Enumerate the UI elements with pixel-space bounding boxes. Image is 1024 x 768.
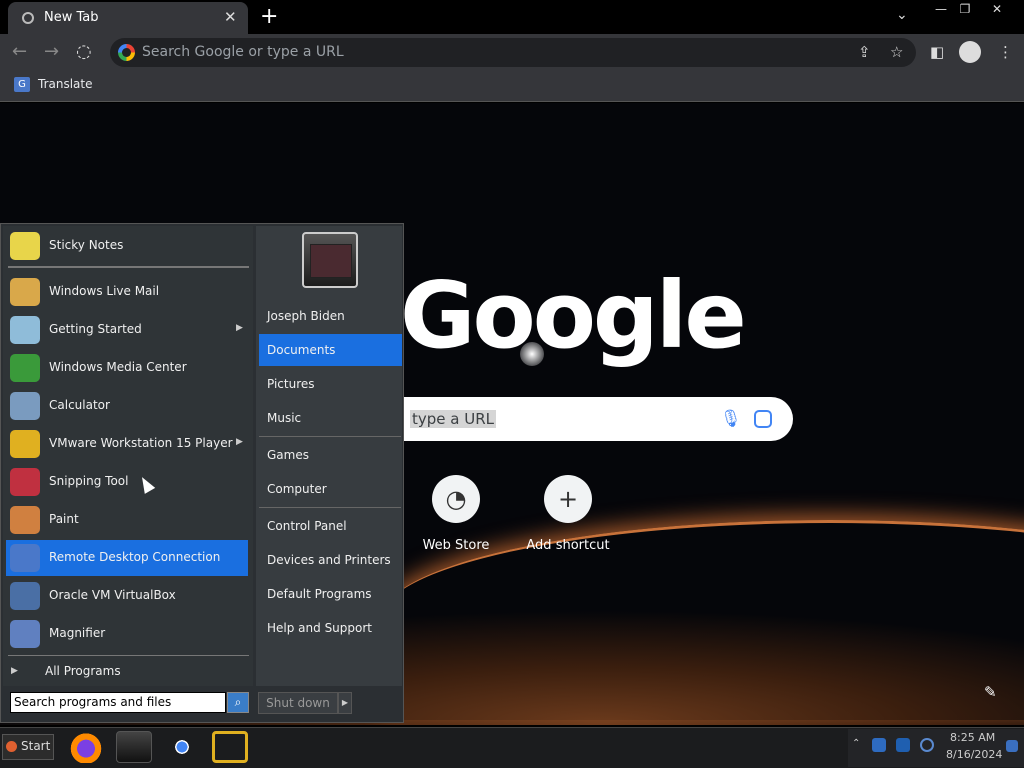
place-documents[interactable]: Documents [259, 334, 402, 366]
window-close-button[interactable]: ✕ [982, 0, 1012, 18]
menu-dots-icon[interactable]: ⋮ [998, 43, 1013, 61]
new-tab-button[interactable]: + [260, 4, 278, 29]
google-logo: Google [400, 262, 747, 369]
place-music[interactable]: Music [259, 402, 402, 434]
taskbar-firefox-icon[interactable] [68, 731, 104, 763]
start-label[interactable]: Start [21, 739, 50, 753]
search-magnifier-icon[interactable]: ⌕ [227, 692, 249, 713]
start-item-snipping-tool[interactable]: Snipping Tool [6, 464, 248, 500]
place-default-programs[interactable]: Default Programs [259, 578, 402, 610]
place-computer[interactable]: Computer [259, 473, 402, 505]
tab-favicon-icon [22, 12, 34, 24]
microphone-icon[interactable]: 🎙 [720, 409, 742, 429]
start-item-magnifier[interactable]: Magnifier [6, 616, 248, 652]
mail-icon [10, 278, 40, 306]
tab-search-chevron-icon[interactable]: ⌄ [896, 7, 908, 23]
restore-button[interactable]: ❐ [950, 0, 980, 18]
place-control-panel[interactable]: Control Panel [259, 510, 402, 542]
vmware-icon [10, 430, 40, 458]
start-item-oracle-vm-virtualbox[interactable]: Oracle VM VirtualBox [6, 578, 248, 614]
place-joseph-biden[interactable]: Joseph Biden [259, 300, 402, 332]
scissors-icon [10, 468, 40, 496]
taskbar-vmware-icon[interactable] [212, 731, 248, 763]
places-separator-2 [259, 507, 401, 508]
star-sparkle [520, 342, 544, 366]
place-pictures[interactable]: Pictures [259, 368, 402, 400]
google-g-icon [118, 44, 135, 61]
start-item-getting-started[interactable]: Getting Started ▶ [6, 312, 248, 348]
place-help-and-support[interactable]: Help and Support [259, 612, 402, 644]
start-item-windows-media-center[interactable]: Windows Media Center [6, 350, 248, 386]
forward-arrow-icon[interactable]: → [44, 41, 59, 62]
submenu-arrow-icon[interactable]: ▶ [236, 323, 243, 333]
omnibox-placeholder[interactable]: Search Google or type a URL [142, 44, 344, 60]
paint-icon [10, 506, 40, 534]
taskbar-chrome-icon[interactable] [164, 731, 200, 763]
clock-time[interactable]: 8:25 AM [950, 731, 995, 744]
start-orb-icon [6, 741, 17, 752]
virtualbox-icon [10, 582, 40, 610]
bookmark-translate[interactable]: Translate [38, 77, 93, 91]
shut-down-button[interactable]: Shut down [258, 692, 338, 714]
bookmarks-bar [0, 70, 1024, 102]
shortcut-web-store-label[interactable]: Web Store [401, 538, 511, 553]
tray-volume-icon[interactable] [920, 738, 934, 752]
show-desktop-icon[interactable] [1006, 740, 1018, 752]
tray-app-icon[interactable] [872, 738, 886, 752]
side-panel-icon[interactable]: ◧ [930, 43, 944, 61]
tab-close-icon[interactable]: ✕ [224, 8, 237, 26]
bookmark-star-icon[interactable]: ☆ [890, 43, 903, 61]
add-shortcut-plus-icon[interactable]: + [544, 475, 592, 523]
all-programs-arrow-icon: ▶ [11, 666, 18, 676]
search-programs-placeholder[interactable]: Search programs and files [14, 695, 171, 709]
start-item-windows-live-mail[interactable]: Windows Live Mail [6, 274, 248, 310]
translate-icon[interactable]: G [14, 77, 30, 92]
places-separator-1 [259, 436, 401, 437]
start-item-vmware-workstation-15-player[interactable]: VMware Workstation 15 Player ▶ [6, 426, 248, 462]
media-center-icon [10, 354, 40, 382]
start-item-remote-desktop-connection[interactable]: Remote Desktop Connection [6, 540, 248, 576]
start-item-paint[interactable]: Paint [6, 502, 248, 538]
calculator-icon [10, 392, 40, 420]
customize-pencil-icon[interactable]: ✎ [984, 683, 997, 701]
profile-avatar-icon[interactable] [959, 41, 981, 63]
start-item-sticky-notes[interactable]: Sticky Notes [6, 228, 248, 264]
web-store-shortcut-icon[interactable]: ◔ [432, 475, 480, 523]
tab-title: New Tab [44, 10, 99, 25]
getting-started-icon [10, 316, 40, 344]
shortcut-add-label[interactable]: Add shortcut [513, 538, 623, 553]
shut-down-options-arrow-icon[interactable]: ▶ [338, 692, 352, 714]
magnifier-icon [10, 620, 40, 648]
sticky-notes-icon [10, 232, 40, 260]
share-icon[interactable]: ⇪ [858, 43, 871, 61]
start-item-calculator[interactable]: Calculator [6, 388, 248, 424]
tray-show-hidden-icon[interactable]: ⌃ [852, 738, 860, 749]
pinned-separator [8, 266, 249, 268]
back-arrow-icon[interactable]: ← [12, 41, 27, 62]
tray-network-icon[interactable] [896, 738, 910, 752]
browser-tab[interactable]: New Tab ✕ [8, 2, 248, 34]
place-games[interactable]: Games [259, 439, 402, 471]
ntp-search-placeholder[interactable]: type a URL [410, 410, 496, 428]
google-lens-icon[interactable] [754, 410, 772, 428]
taskbar-terminal-icon[interactable] [116, 731, 152, 763]
user-account-picture[interactable] [302, 232, 358, 288]
all-programs-separator [8, 655, 249, 656]
loading-spinner-icon[interactable]: ◌ [76, 41, 92, 62]
place-devices-and-printers[interactable]: Devices and Printers [259, 544, 402, 576]
all-programs-link[interactable]: All Programs [45, 664, 121, 678]
remote-desktop-icon [10, 544, 40, 572]
submenu-arrow-icon[interactable]: ▶ [236, 437, 243, 447]
clock-date[interactable]: 8/16/2024 [946, 748, 1002, 761]
